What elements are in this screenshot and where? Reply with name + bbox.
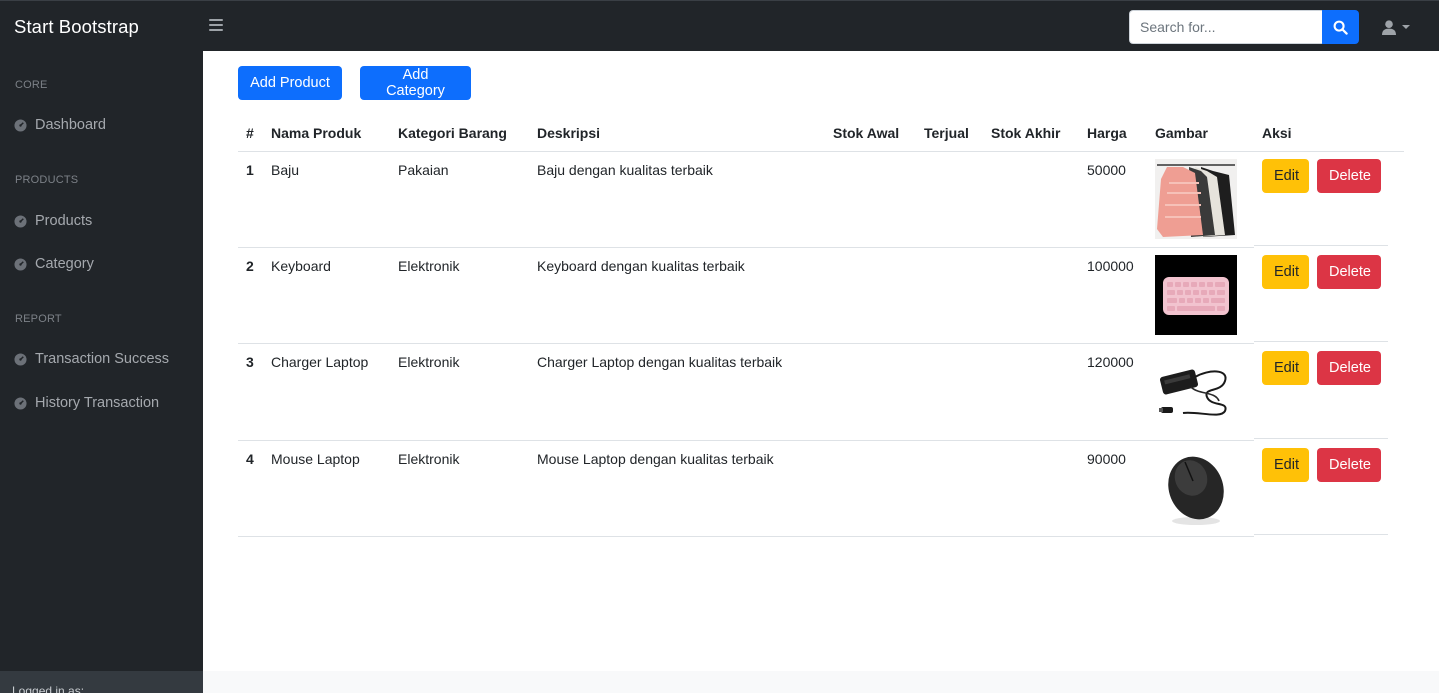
- search-button[interactable]: [1322, 10, 1359, 44]
- column-header-deskripsi: Deskripsi: [537, 125, 601, 141]
- edit-button[interactable]: Edit: [1262, 159, 1309, 193]
- search-input[interactable]: [1129, 10, 1322, 44]
- add-category-button[interactable]: Add Category: [360, 66, 471, 100]
- edit-button[interactable]: Edit: [1262, 448, 1309, 482]
- column-header-terjual: Terjual: [924, 125, 969, 141]
- top-navbar: Start Bootstrap: [0, 0, 1439, 51]
- mouse-image: [1155, 448, 1237, 528]
- tachometer-icon: [14, 118, 27, 132]
- row-divider: [238, 247, 1254, 248]
- tachometer-icon: [14, 257, 27, 271]
- product-price: 90000: [1087, 451, 1126, 467]
- row-divider: [1254, 245, 1388, 246]
- user-dropdown[interactable]: [1381, 17, 1415, 37]
- edit-button[interactable]: Edit: [1262, 255, 1309, 289]
- column-header-kategori: Kategori Barang: [398, 125, 507, 141]
- sidebar-footer: Logged in as:: [0, 671, 203, 693]
- sidebar-heading-core: Core: [15, 79, 48, 91]
- sidebar-heading-report: Report: [15, 313, 62, 325]
- sidebar-item-label: History Transaction: [35, 395, 160, 411]
- page-footer: [203, 671, 1439, 693]
- product-price: 50000: [1087, 162, 1126, 178]
- row-divider: [238, 343, 1254, 344]
- keyboard-image: [1155, 255, 1237, 335]
- product-price: 100000: [1087, 258, 1134, 274]
- column-header-aksi: Aksi: [1262, 125, 1292, 141]
- product-price: 120000: [1087, 354, 1134, 370]
- product-name: Baju: [271, 162, 300, 178]
- column-header-gambar: Gambar: [1155, 125, 1208, 141]
- sidebar-item-products[interactable]: Products: [14, 210, 92, 232]
- chevron-down-icon: [1402, 25, 1410, 29]
- sidebar: Core Dashboard Products Products Categor…: [0, 51, 203, 693]
- user-icon: [1382, 19, 1396, 35]
- logged-in-label: Logged in as:: [12, 684, 85, 693]
- sidebar-toggle-icon[interactable]: [209, 19, 223, 33]
- search-icon: [1333, 20, 1348, 35]
- row-number: 4: [246, 451, 254, 467]
- column-header-nama-produk: Nama Produk: [271, 125, 362, 141]
- row-divider: [238, 440, 1254, 441]
- product-category: Elektronik: [398, 354, 460, 370]
- sidebar-item-transaction-success[interactable]: Transaction Success: [14, 348, 169, 370]
- delete-button[interactable]: Delete: [1317, 255, 1381, 289]
- product-description: Mouse Laptop dengan kualitas terbaik: [537, 451, 774, 467]
- sidebar-item-category[interactable]: Category: [14, 253, 94, 275]
- delete-button[interactable]: Delete: [1317, 448, 1381, 482]
- product-name: Charger Laptop: [271, 354, 369, 370]
- tachometer-icon: [14, 396, 27, 410]
- delete-button[interactable]: Delete: [1317, 159, 1381, 193]
- sidebar-item-label: Dashboard: [35, 117, 106, 133]
- product-description: Keyboard dengan kualitas terbaik: [537, 258, 745, 274]
- column-header-number: #: [246, 125, 254, 141]
- sidebar-item-label: Category: [35, 256, 94, 272]
- charger-image: [1155, 351, 1237, 431]
- column-header-harga: Harga: [1087, 125, 1127, 141]
- table-header-divider: [238, 151, 1404, 152]
- product-name: Mouse Laptop: [271, 451, 360, 467]
- product-name: Keyboard: [271, 258, 331, 274]
- edit-button[interactable]: Edit: [1262, 351, 1309, 385]
- brand-title[interactable]: Start Bootstrap: [14, 16, 139, 38]
- row-number: 2: [246, 258, 254, 274]
- row-number: 3: [246, 354, 254, 370]
- product-category: Elektronik: [398, 451, 460, 467]
- tachometer-icon: [14, 352, 27, 366]
- row-divider: [1254, 438, 1388, 439]
- row-divider: [1254, 341, 1388, 342]
- product-description: Charger Laptop dengan kualitas terbaik: [537, 354, 783, 370]
- column-header-stok-awal: Stok Awal: [833, 125, 900, 141]
- product-description: Baju dengan kualitas terbaik: [537, 162, 713, 178]
- main-content: [203, 51, 1439, 693]
- sidebar-item-label: Products: [35, 213, 93, 229]
- sidebar-item-history-transaction[interactable]: History Transaction: [14, 392, 159, 414]
- clothes-image: [1155, 159, 1237, 239]
- sidebar-item-label: Transaction Success: [35, 351, 170, 367]
- row-number: 1: [246, 162, 254, 178]
- row-divider: [1254, 534, 1388, 535]
- add-product-button[interactable]: Add Product: [238, 66, 342, 100]
- search-form: [1129, 10, 1359, 44]
- delete-button[interactable]: Delete: [1317, 351, 1381, 385]
- row-divider: [238, 536, 1254, 537]
- sidebar-heading-products: Products: [15, 174, 79, 186]
- product-category: Pakaian: [398, 162, 449, 178]
- column-header-stok-akhir: Stok Akhir: [991, 125, 1061, 141]
- product-category: Elektronik: [398, 258, 460, 274]
- sidebar-item-dashboard[interactable]: Dashboard: [14, 114, 106, 136]
- tachometer-icon: [14, 214, 27, 228]
